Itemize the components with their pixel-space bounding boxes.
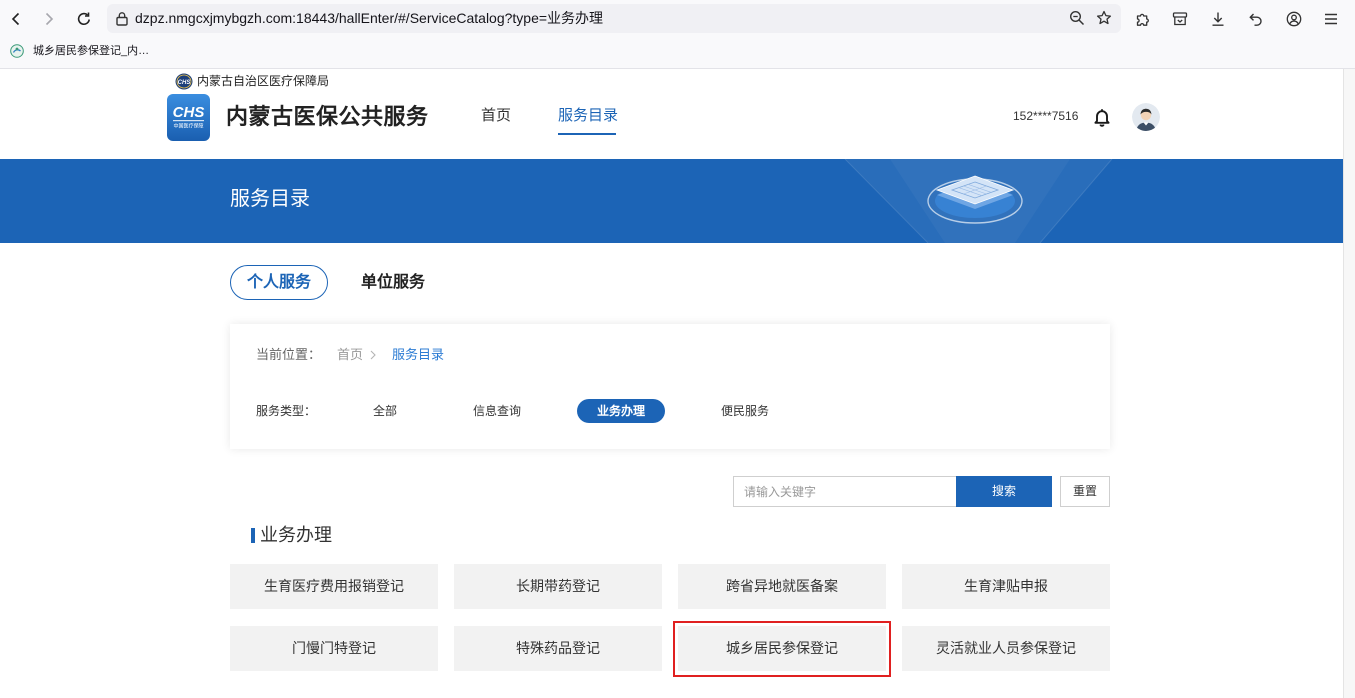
- reset-button[interactable]: 重置: [1060, 476, 1110, 507]
- bookmark-item[interactable]: 城乡居民参保登记_内…: [6, 40, 152, 62]
- filter-option-info-query[interactable]: 信息查询: [465, 399, 529, 423]
- zoom-out-icon[interactable]: [1069, 10, 1085, 26]
- menu-icon[interactable]: [1323, 11, 1339, 27]
- pocket-icon[interactable]: [1172, 11, 1188, 27]
- browser-toolbar: dzpz.nmgcxjmybgzh.com:18443/hallEnter/#/…: [0, 0, 1355, 37]
- site-favicon-icon: [10, 44, 24, 58]
- nav-service-catalog[interactable]: 服务目录: [558, 105, 618, 127]
- bookmark-label: 城乡居民参保登记_内…: [33, 45, 150, 57]
- forward-icon[interactable]: [41, 11, 57, 27]
- chevron-right-icon: [369, 350, 377, 360]
- section-title: 业务办理: [260, 525, 332, 545]
- extensions-icon[interactable]: [1135, 11, 1151, 27]
- service-item[interactable]: 特殊药品登记: [454, 626, 662, 671]
- section-title-marker: [251, 528, 255, 543]
- avatar-icon[interactable]: [1132, 103, 1160, 131]
- bookmarks-bar: 城乡居民参保登记_内…: [0, 37, 1355, 69]
- filter-option-convenience[interactable]: 便民服务: [713, 399, 777, 423]
- service-item[interactable]: 生育医疗费用报销登记: [230, 564, 438, 609]
- download-icon[interactable]: [1210, 11, 1226, 27]
- url-text[interactable]: dzpz.nmgcxjmybgzh.com:18443/hallEnter/#/…: [135, 8, 603, 29]
- history-icon[interactable]: [1248, 11, 1264, 27]
- service-item-resident-insurance[interactable]: 城乡居民参保登记: [678, 626, 886, 671]
- reload-icon[interactable]: [76, 11, 92, 27]
- address-bar[interactable]: dzpz.nmgcxjmybgzh.com:18443/hallEnter/#/…: [107, 4, 1121, 33]
- site-logo: CHS 中国医疗保障: [167, 94, 210, 141]
- service-item[interactable]: 跨省异地就医备案: [678, 564, 886, 609]
- star-icon[interactable]: [1096, 10, 1112, 26]
- filter-option-all[interactable]: 全部: [361, 399, 409, 423]
- page-banner: 服务目录: [0, 159, 1343, 243]
- tab-personal-services[interactable]: 个人服务: [230, 265, 328, 300]
- org-logo-text: CHS: [178, 80, 191, 86]
- bell-icon[interactable]: [1093, 107, 1111, 127]
- site-logo-text: CHS: [173, 104, 205, 121]
- service-item[interactable]: 灵活就业人员参保登记: [902, 626, 1110, 671]
- site-logo-subtext: 中国医疗保障: [173, 123, 203, 130]
- filter-card: 当前位置： 首页 服务目录 服务类型： 全部 信息查询 业务办理 便民服务: [230, 324, 1110, 449]
- nav-home[interactable]: 首页: [481, 105, 511, 127]
- banner-title: 服务目录: [230, 188, 310, 210]
- user-phone[interactable]: 152****7516: [1013, 108, 1078, 124]
- site-title: 内蒙古医保公共服务: [226, 104, 429, 129]
- search-button[interactable]: 搜索: [956, 476, 1052, 507]
- nav-active-underline: [558, 133, 616, 135]
- service-type-label: 服务类型：: [256, 404, 317, 418]
- service-item[interactable]: 长期带药登记: [454, 564, 662, 609]
- service-item[interactable]: 门慢门特登记: [230, 626, 438, 671]
- page-scrollbar[interactable]: [1343, 69, 1355, 698]
- back-icon[interactable]: [8, 11, 24, 27]
- breadcrumb-home-link[interactable]: 首页: [337, 346, 363, 364]
- org-logo-icon: CHS: [175, 73, 193, 90]
- account-icon[interactable]: [1286, 11, 1302, 27]
- lock-icon[interactable]: [115, 11, 129, 26]
- tab-company-services[interactable]: 单位服务: [345, 265, 441, 300]
- search-input[interactable]: [733, 476, 956, 507]
- org-name: 内蒙古自治区医疗保障局: [197, 74, 330, 88]
- breadcrumb-current: 服务目录: [392, 347, 445, 362]
- banner-illustration: [820, 159, 1120, 243]
- service-item[interactable]: 生育津贴申报: [902, 564, 1110, 609]
- filter-option-business[interactable]: 业务办理: [577, 399, 665, 423]
- breadcrumb-prefix: 当前位置：: [256, 347, 322, 362]
